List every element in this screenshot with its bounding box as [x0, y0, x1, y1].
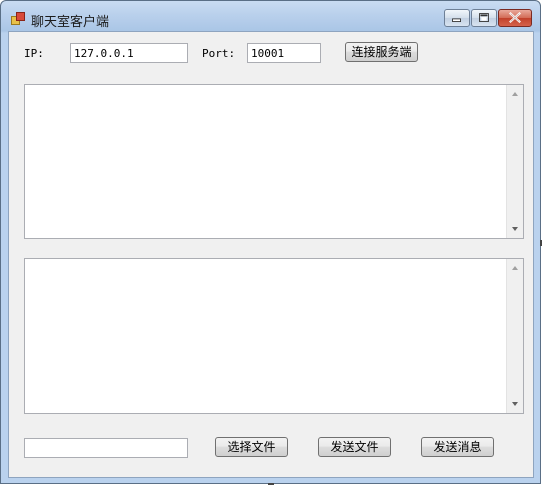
resize-grip-bottom[interactable] — [268, 483, 274, 485]
ip-label: IP: — [24, 47, 44, 60]
window-controls — [443, 9, 532, 29]
file-path-input[interactable] — [24, 438, 188, 458]
resize-grip-right[interactable] — [540, 240, 542, 246]
send-message-button[interactable]: 发送消息 — [421, 437, 494, 457]
scroll-up-icon[interactable] — [512, 266, 518, 270]
message-log[interactable] — [24, 84, 524, 239]
message-input-scrollbar[interactable] — [506, 259, 523, 413]
message-input[interactable] — [24, 258, 524, 414]
select-file-button[interactable]: 选择文件 — [215, 437, 288, 457]
port-label: Port: — [202, 47, 236, 60]
close-icon — [509, 12, 521, 24]
connect-server-button[interactable]: 连接服务端 — [345, 42, 418, 62]
app-icon — [11, 12, 25, 25]
title-bar[interactable]: 聊天室客户端 — [1, 1, 540, 33]
window-title: 聊天室客户端 — [31, 15, 110, 30]
scroll-down-icon[interactable] — [512, 227, 518, 231]
scroll-up-icon[interactable] — [512, 92, 518, 96]
client-area: IP: Port: 连接服务端 选择文件 发送文件 发送消息 — [8, 31, 534, 478]
app-window: 聊天室客户端 IP: 127.0.0.1 Port: 10001 连接服务端 选… — [0, 0, 541, 484]
minimize-button[interactable] — [444, 9, 470, 27]
send-file-button[interactable]: 发送文件 — [318, 437, 391, 457]
ip-input[interactable] — [70, 43, 188, 63]
port-input[interactable] — [247, 43, 321, 63]
close-button[interactable] — [498, 9, 532, 27]
maximize-button[interactable] — [471, 9, 497, 27]
minimize-icon — [452, 18, 461, 22]
maximize-icon — [479, 13, 489, 22]
scroll-down-icon[interactable] — [512, 402, 518, 406]
message-log-scrollbar[interactable] — [506, 85, 523, 238]
